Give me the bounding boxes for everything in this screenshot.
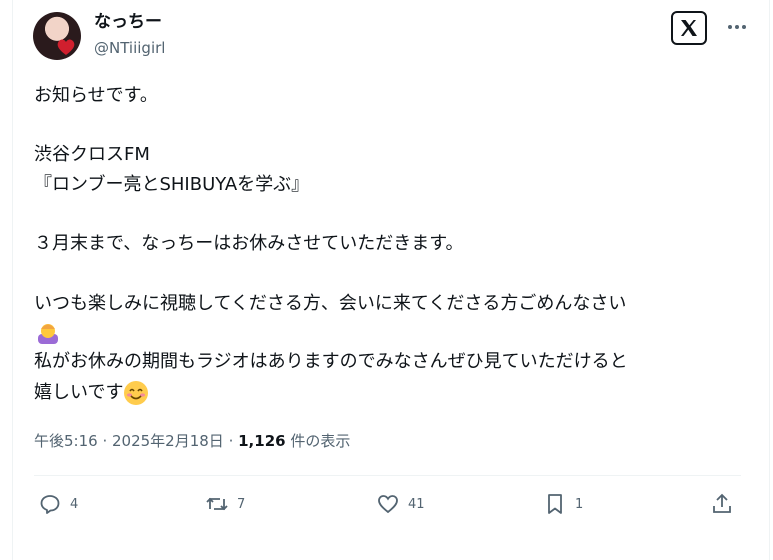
views-count: 1,126 bbox=[238, 432, 286, 450]
share-button[interactable] bbox=[710, 490, 734, 518]
bookmark-icon bbox=[548, 494, 562, 514]
post-line-5: いつも楽しみに視聴してくださる方、会いに来てくださる方ごめんなさい bbox=[34, 293, 627, 314]
repost-button[interactable]: 7 bbox=[205, 490, 245, 518]
bowing-person-emoji bbox=[34, 320, 62, 346]
heart-icon bbox=[378, 495, 398, 514]
like-button[interactable]: 41 bbox=[376, 490, 425, 518]
post-line-6: 私がお休みの期間もラジオはありますのでみなさんぜひ見ていただけると bbox=[34, 351, 628, 372]
post-time[interactable]: 午後5:16 bbox=[34, 432, 98, 450]
post-line-1: お知らせです。 bbox=[34, 85, 158, 106]
meta-separator: · bbox=[97, 432, 112, 450]
post-line-2: 渋谷クロスFM bbox=[34, 144, 150, 165]
repost-count: 7 bbox=[237, 496, 246, 512]
reply-icon bbox=[40, 495, 60, 514]
bookmark-button[interactable]: 1 bbox=[543, 490, 583, 518]
post-line-7: 嬉しいです bbox=[34, 382, 124, 403]
post-line-7-container: 嬉しいです bbox=[34, 380, 149, 406]
author-display-name[interactable]: なっちー bbox=[94, 11, 162, 33]
post-line-4: ３月末まで、なっちーはお休みさせていただきます。 bbox=[34, 233, 464, 254]
like-count: 41 bbox=[408, 496, 425, 512]
post-metadata: 午後5:16 · 2025年2月18日 · 1,126 件の表示 bbox=[34, 430, 350, 452]
reply-button[interactable]: 4 bbox=[38, 490, 78, 518]
more-options-icon[interactable] bbox=[722, 17, 752, 37]
meta-separator: · bbox=[223, 432, 239, 450]
smiling-face-emoji bbox=[124, 381, 149, 405]
author-handle[interactable]: @NTiiigirl bbox=[94, 38, 165, 58]
avatar[interactable] bbox=[33, 12, 81, 60]
share-icon bbox=[713, 493, 731, 513]
views-label: 件の表示 bbox=[285, 432, 351, 450]
divider bbox=[34, 475, 741, 476]
reply-count: 4 bbox=[70, 496, 79, 512]
post-line-3: 『ロンブー亮とSHIBUYAを学ぶ』 bbox=[34, 174, 310, 195]
bookmark-count: 1 bbox=[575, 496, 584, 512]
heart-balloon-icon bbox=[57, 39, 75, 55]
repost-icon bbox=[206, 497, 228, 511]
x-logo-icon[interactable] bbox=[671, 11, 707, 45]
post-date[interactable]: 2025年2月18日 bbox=[112, 432, 224, 450]
